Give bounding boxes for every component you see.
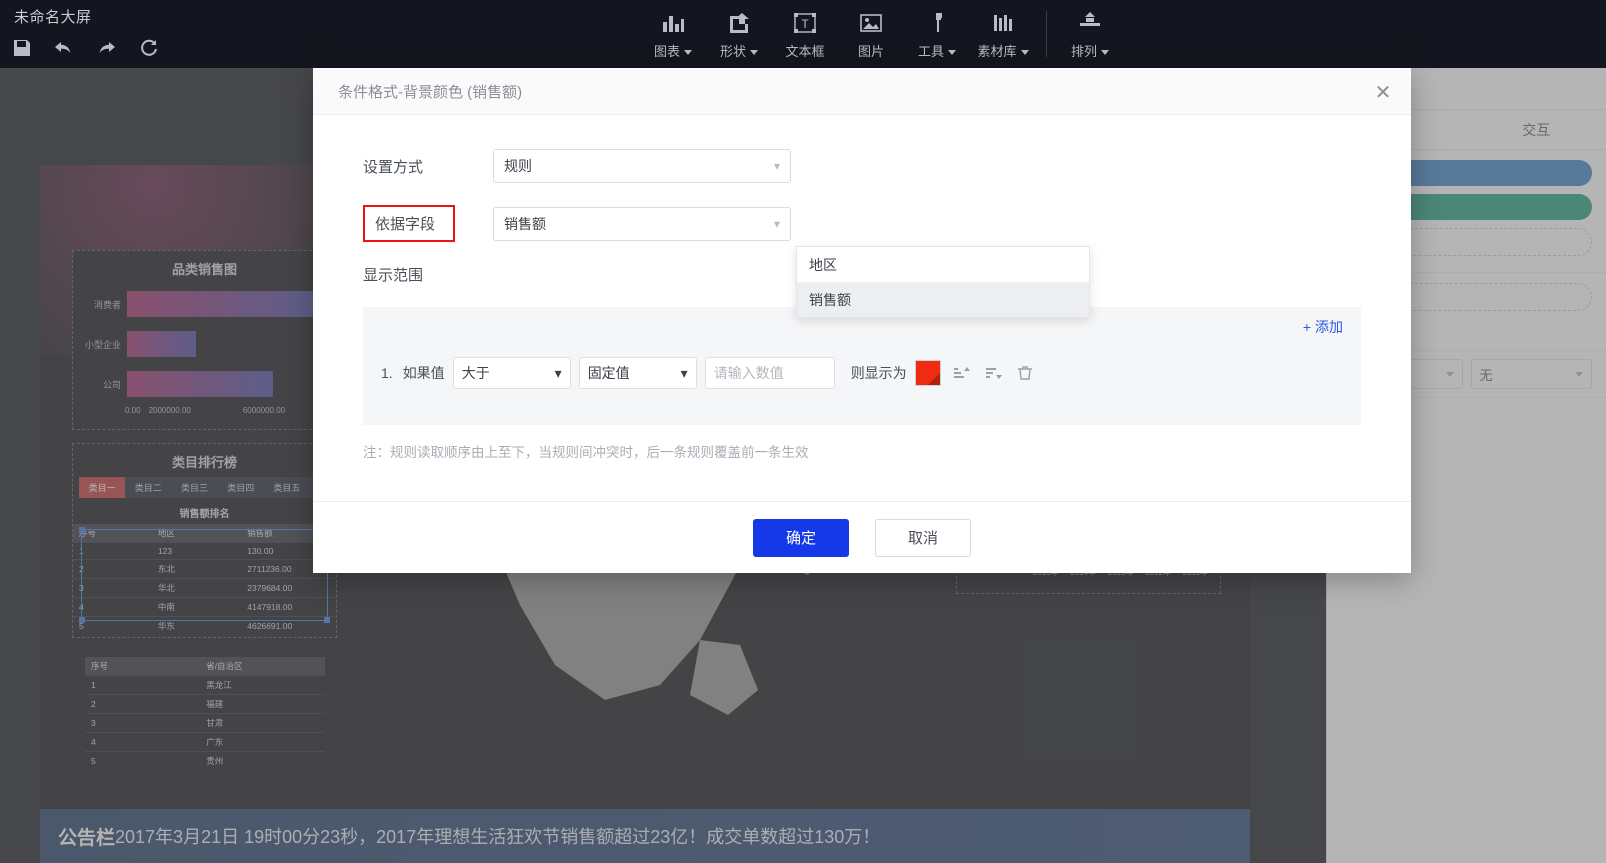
- document-title[interactable]: 未命名大屏: [14, 6, 92, 27]
- rule-color-swatch[interactable]: [914, 360, 941, 386]
- conditional-format-dialog[interactable]: 条件格式-背景颜色 (销售额) ✕ 设置方式 规则 ▾ 依据字段 销售额 ▾ 显…: [313, 68, 1411, 573]
- cancel-button[interactable]: 取消: [875, 518, 971, 557]
- bar-chart-icon: [660, 8, 686, 38]
- hammer-icon: [924, 8, 950, 38]
- tool-material-library[interactable]: 素材库: [970, 5, 1036, 60]
- select-field-value: 销售额: [504, 215, 546, 232]
- chevron-down-icon: [1020, 50, 1029, 56]
- tool-image[interactable]: 图片: [838, 5, 904, 60]
- tool-textbox-label: 文本框: [785, 44, 825, 59]
- top-toolbar: 未命名大屏 图表 形状 T 文本框 图片 工具 素材库 排列: [0, 0, 1606, 68]
- undo-icon[interactable]: [52, 36, 76, 60]
- rule-operator-value: 大于: [461, 365, 490, 381]
- chevron-down-icon: [684, 50, 692, 56]
- dropdown-option-sales[interactable]: 销售额: [797, 282, 1089, 317]
- rule-operator-select[interactable]: 大于 ▾: [452, 357, 571, 389]
- toolbar-divider: [1046, 11, 1047, 57]
- sort-desc-icon[interactable]: [981, 361, 1005, 385]
- textbox-icon: T: [792, 8, 818, 38]
- close-icon[interactable]: ✕: [1369, 78, 1397, 106]
- image-icon: [858, 8, 884, 38]
- refresh-icon[interactable]: [136, 36, 160, 60]
- add-rule-button[interactable]: + 添加: [1303, 317, 1343, 337]
- chevron-down-icon: ▾: [680, 364, 688, 381]
- confirm-button[interactable]: 确定: [753, 518, 849, 557]
- quick-action-bar: [10, 36, 160, 60]
- rule-then-label: 则显示为: [850, 365, 907, 381]
- select-field[interactable]: 销售额 ▾: [493, 206, 791, 241]
- svg-text:T: T: [801, 17, 809, 31]
- rule-index: 1.: [381, 365, 393, 381]
- tool-arrange[interactable]: 排列: [1057, 5, 1123, 60]
- tool-shape-label: 形状: [719, 44, 746, 59]
- rule-value-input[interactable]: 请输入数值: [704, 357, 835, 389]
- form-row-mode: 设置方式 规则 ▾: [363, 149, 1361, 183]
- tool-group-main: 图表 形状 T 文本框 图片 工具 素材库 排列: [640, 5, 1123, 60]
- rule-prefix-label: 如果值: [402, 365, 445, 381]
- rule-valuetype-value: 固定值: [587, 365, 630, 381]
- tool-material-library-label: 素材库: [977, 44, 1017, 59]
- redo-icon[interactable]: [94, 36, 118, 60]
- rule-valuetype-select[interactable]: 固定值 ▾: [578, 357, 697, 389]
- chevron-down-icon: ▾: [773, 159, 780, 173]
- field-dropdown-menu[interactable]: 地区 销售额: [796, 246, 1090, 318]
- rule-row-1: 1. 如果值 大于 ▾ 固定值 ▾ 请输入数值 则显示为: [381, 357, 1343, 389]
- material-library-icon: [990, 8, 1016, 38]
- dialog-title: 条件格式-背景颜色 (销售额): [338, 83, 523, 101]
- shape-icon: [726, 8, 752, 38]
- tool-image-label: 图片: [857, 44, 884, 59]
- tool-textbox[interactable]: T 文本框: [772, 5, 838, 60]
- tool-chart[interactable]: 图表: [640, 5, 706, 60]
- select-mode-value: 规则: [504, 158, 532, 174]
- tool-shape[interactable]: 形状: [706, 5, 772, 60]
- dialog-footer: 确定 取消: [313, 501, 1411, 573]
- tool-tools[interactable]: 工具: [904, 5, 970, 60]
- label-mode: 设置方式: [363, 158, 424, 176]
- select-mode[interactable]: 规则 ▾: [493, 149, 791, 183]
- form-row-field: 依据字段 销售额 ▾: [363, 205, 1361, 242]
- dropdown-option-region[interactable]: 地区: [797, 247, 1089, 282]
- label-field-highlighted: 依据字段: [363, 205, 455, 242]
- delete-icon[interactable]: [1013, 361, 1037, 385]
- chevron-down-icon: [1101, 50, 1109, 56]
- chevron-down-icon: [750, 50, 758, 56]
- tool-arrange-label: 排列: [1070, 44, 1097, 59]
- tool-chart-label: 图表: [653, 44, 680, 59]
- chevron-down-icon: ▾: [554, 364, 562, 381]
- align-icon: [1077, 8, 1103, 38]
- sort-asc-icon[interactable]: [949, 361, 973, 385]
- tool-tools-label: 工具: [917, 44, 944, 59]
- label-range: 显示范围: [363, 267, 424, 284]
- rules-panel: + 添加 1. 如果值 大于 ▾ 固定值 ▾ 请输入数值 则显示为: [363, 307, 1361, 425]
- chevron-down-icon: [948, 50, 956, 56]
- dialog-header: 条件格式-背景颜色 (销售额) ✕: [313, 68, 1411, 115]
- save-icon[interactable]: [10, 36, 34, 60]
- chevron-down-icon: ▾: [773, 216, 780, 231]
- rules-note: 注：规则读取顺序由上至下，当规则间冲突时，后一条规则覆盖前一条生效: [363, 445, 809, 460]
